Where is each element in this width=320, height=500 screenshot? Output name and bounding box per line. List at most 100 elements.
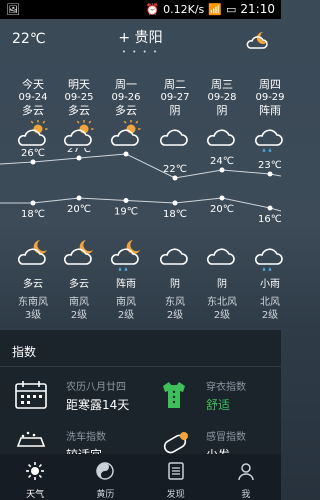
wind-level: 2级 [213, 310, 231, 321]
day-name: 周一 [115, 78, 137, 91]
temp-point [267, 205, 273, 211]
clock: 21:10 [240, 2, 275, 16]
sun-icon [26, 462, 45, 480]
status-left: 🖼 [6, 0, 20, 19]
wind-direction: 东风 [165, 297, 185, 308]
temp-point [123, 151, 129, 157]
temp-label: 28℃ [114, 148, 138, 151]
forecast-night[interactable]: 阴东北风 2级 [199, 238, 245, 322]
day-date: 09-28 [207, 92, 237, 103]
tab-me[interactable]: 我 [211, 454, 281, 500]
temp-point [76, 195, 82, 201]
wind-level: 2级 [166, 310, 184, 321]
temp-label: 27℃ [67, 148, 91, 155]
battery-icon: ▭ [226, 3, 237, 16]
cold-label: 感冒指数 [206, 432, 246, 443]
temp-point [30, 200, 36, 206]
forecast-day[interactable]: 周四 09-29 阵雨 [247, 78, 293, 157]
day-date: 09-26 [111, 92, 141, 103]
temp-point [76, 155, 82, 161]
forecast-night[interactable]: 小雨 北风 2级 [247, 238, 293, 322]
tab-label: 天气 [26, 490, 45, 500]
forecast-night[interactable]: 多云 南风 2级 [56, 238, 102, 322]
index-section: 指数 农历八月廿四 距寒露14天 穿衣指数 舒适 洗车指数 较适宜 [0, 330, 281, 462]
night-condition: 多云 [23, 279, 43, 290]
forecast-night[interactable]: 多云东南风 3级 [10, 238, 56, 322]
temp-point [219, 167, 225, 173]
night-condition: 小雨 [260, 279, 280, 290]
tab-weather[interactable]: 天气 [0, 454, 70, 500]
rain-moon-icon [103, 238, 149, 276]
temp-point [30, 159, 36, 165]
forecast-day[interactable]: 周二 09-27 阴 [152, 78, 198, 157]
shirt-icon [160, 380, 188, 414]
day-name: 周二 [164, 78, 186, 91]
forecast-night[interactable]: 阵雨南风 2级 [103, 238, 149, 322]
calendar-icon [14, 380, 48, 414]
wind-level: 2级 [117, 310, 135, 321]
temp-point [172, 175, 178, 181]
day-condition: 多云 [22, 104, 44, 117]
day-date: 09-24 [18, 92, 48, 103]
night-condition: 阴 [217, 279, 227, 290]
tab-label: 黄历 [96, 490, 115, 500]
temp-point [219, 195, 225, 201]
day-name: 周四 [259, 78, 281, 91]
day-date: 09-27 [160, 92, 190, 103]
cloud-moon-icon[interactable] [245, 29, 271, 55]
wind-level: 2级 [70, 310, 88, 321]
city-name[interactable]: 贵阳 [135, 30, 163, 46]
forecast-day[interactable]: 周三 09-28 阴 [199, 78, 245, 157]
lunar-index[interactable]: 农历八月廿四 距寒露14天 [66, 378, 129, 413]
day-condition: 多云 [68, 104, 90, 117]
gallery-notification-icon: 🖼 [6, 3, 20, 16]
lunar-value: 距寒露14天 [66, 398, 130, 412]
day-date: 09-29 [255, 92, 285, 103]
forecast-day[interactable]: 明天 09-25 多云 [56, 78, 102, 157]
day-name: 今天 [22, 78, 44, 91]
status-bar: 🖼 ⏰ 0.12K/s 📶 ▭ 21:10 [0, 0, 281, 19]
clothing-index[interactable]: 穿衣指数 舒适 [206, 378, 246, 413]
tab-almanac[interactable]: 黄历 [70, 454, 140, 500]
temp-point [123, 198, 129, 203]
city-selector[interactable]: + 贵阳 [0, 27, 281, 47]
index-title: 指数 [12, 345, 37, 359]
forecast-night[interactable]: 阴东风 2级 [152, 238, 198, 322]
day-name: 明天 [68, 78, 90, 91]
temp-label: 18℃ [163, 209, 187, 220]
temp-label: 24℃ [210, 156, 234, 167]
day-date: 09-25 [64, 92, 94, 103]
day-condition: 阴 [216, 104, 228, 117]
night-condition: 阵雨 [116, 279, 136, 290]
temp-label: 26℃ [21, 148, 45, 159]
lunar-date: 农历八月廿四 [66, 382, 126, 393]
cloud-moon-icon [56, 238, 102, 276]
day-condition: 阴 [169, 104, 181, 117]
rain-icon [247, 238, 293, 276]
add-city-icon[interactable]: + [118, 30, 130, 46]
temp-label: 20℃ [67, 204, 91, 215]
temperature-chart: 26℃ 27℃ 28℃ 22℃ 24℃ 23℃ 18℃ 20℃ 19℃ 18℃ 20℃ 16℃ [0, 148, 281, 225]
wind-direction: 东南风 [18, 297, 48, 308]
day-condition: 阵雨 [259, 104, 281, 117]
temp-label: 20℃ [210, 204, 234, 215]
tab-label: 发现 [166, 490, 185, 500]
alarm-icon: ⏰ [145, 3, 160, 16]
day-name: 周三 [211, 78, 233, 91]
wind-level: 3级 [24, 310, 42, 321]
forecast-day[interactable]: 周一 09-26 多云 [103, 78, 149, 157]
cloud-icon [152, 238, 198, 276]
person-icon [238, 463, 254, 481]
network-speed: 0.12K/s [163, 3, 205, 16]
cloud-moon-icon [10, 238, 56, 276]
discover-icon [167, 462, 184, 480]
wind-direction: 南风 [116, 297, 136, 308]
divider [0, 366, 281, 367]
temp-label: 18℃ [21, 209, 45, 220]
temp-label: 22℃ [163, 164, 187, 175]
forecast-day[interactable]: 今天 09-24 多云 [10, 78, 56, 157]
temp-point [267, 171, 273, 177]
temp-point [172, 200, 178, 206]
tab-discover[interactable]: 发现 [141, 454, 211, 500]
wind-direction: 东北风 [207, 297, 237, 308]
